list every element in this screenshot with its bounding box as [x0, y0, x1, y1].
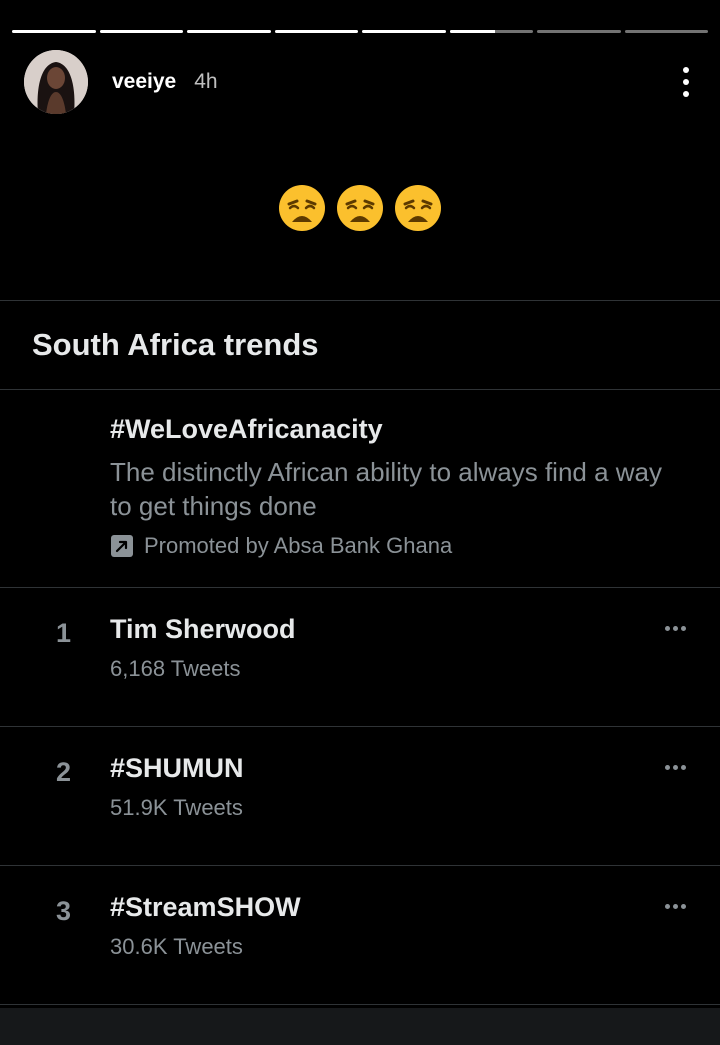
promoted-by-label: Promoted by Absa Bank Ghana: [144, 533, 453, 558]
emoji-row: [0, 183, 720, 233]
story-progress-segment: [537, 30, 621, 33]
username[interactable]: veeiye: [112, 70, 176, 94]
story-progress-segment: [274, 30, 358, 33]
post-time: 4h: [194, 70, 218, 93]
trend-name: Tim Sherwood: [110, 614, 296, 644]
story-progress-segment: [12, 30, 96, 33]
trend-count: 6,168 Tweets: [110, 656, 241, 681]
more-horizontal-icon[interactable]: [665, 904, 686, 909]
trend-item[interactable]: 3 #StreamSHOW 30.6K Tweets: [0, 866, 720, 1004]
promoted-description: The distinctly African ability to always…: [110, 457, 663, 521]
story-progress-segment: [362, 30, 446, 33]
weary-face-icon: [279, 185, 325, 231]
more-options-icon[interactable]: [676, 62, 696, 102]
weary-face-icon: [337, 185, 383, 231]
weary-face-icon: [395, 185, 441, 231]
story-progress-segment: [624, 30, 708, 33]
trend-count: 51.9K Tweets: [110, 795, 243, 820]
trend-item[interactable]: 1 Tim Sherwood 6,168 Tweets: [0, 588, 720, 726]
story-header: veeiye 4h: [24, 49, 696, 115]
story-progress-segment: [187, 30, 271, 33]
trend-rank: 2: [56, 757, 72, 787]
divider: [0, 1004, 720, 1005]
story-progress-segment: [449, 30, 533, 33]
trend-rank: 3: [56, 896, 72, 926]
promoted-hashtag: #WeLoveAfricanacity: [110, 414, 383, 444]
more-horizontal-icon[interactable]: [665, 626, 686, 631]
trend-name: #SHUMUN: [110, 753, 244, 783]
story-progress-bar: [12, 30, 708, 33]
trend-name: #StreamSHOW: [110, 892, 301, 922]
trend-item[interactable]: 2 #SHUMUN 51.9K Tweets: [0, 727, 720, 865]
more-horizontal-icon[interactable]: [665, 765, 686, 770]
trends-title: South Africa trends: [32, 327, 319, 362]
promoted-arrow-icon: [111, 535, 133, 557]
story-progress-segment: [99, 30, 183, 33]
avatar[interactable]: [24, 50, 88, 114]
trends-card: South Africa trends #WeLoveAfricanacity …: [0, 300, 720, 1045]
promoted-by: Promoted by Absa Bank Ghana: [110, 533, 690, 559]
trend-count: 30.6K Tweets: [110, 934, 243, 959]
trend-rank: 1: [56, 618, 72, 648]
promoted-trend[interactable]: #WeLoveAfricanacity The distinctly Afric…: [0, 390, 720, 587]
footer-bar: [0, 1008, 720, 1045]
